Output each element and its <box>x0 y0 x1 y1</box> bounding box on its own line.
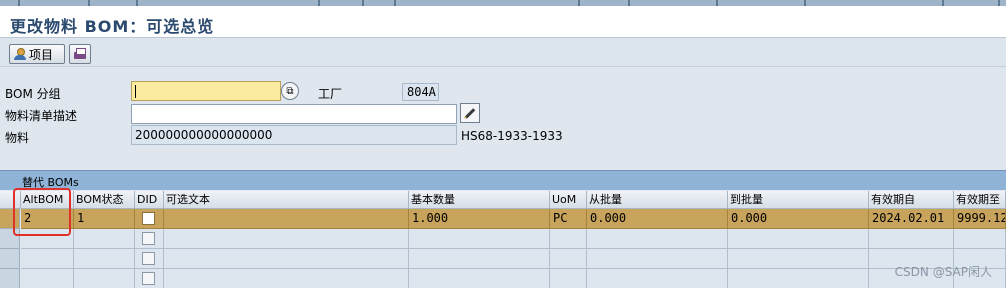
pencil-icon <box>464 107 476 119</box>
cell-empty[interactable] <box>164 229 409 249</box>
cell-empty[interactable] <box>728 269 869 288</box>
cell-empty[interactable] <box>587 249 728 269</box>
row-selector[interactable] <box>0 209 20 229</box>
cell-empty[interactable] <box>409 269 550 288</box>
cell-valid-from[interactable]: 2024.02.01 <box>869 209 954 229</box>
title-bar: 更改物料 BOM：可选总览 <box>0 6 1006 38</box>
material-desc-label: 物料清单描述 <box>5 109 78 123</box>
cell-empty[interactable] <box>21 229 74 249</box>
cell-altbom[interactable]: 2 <box>21 209 74 229</box>
table-row[interactable]: 2 1 1.000 PC 0.000 0.000 2024.02.01 9999… <box>0 209 1006 229</box>
cell-empty[interactable] <box>587 269 728 288</box>
did-checkbox[interactable] <box>142 252 155 265</box>
cell-to-lot[interactable]: 0.000 <box>728 209 869 229</box>
items-button-label: 项目 <box>29 47 54 62</box>
cell-from-lot[interactable]: 0.000 <box>587 209 728 229</box>
cell-empty[interactable] <box>550 269 587 288</box>
table-row-empty[interactable] <box>0 249 1006 269</box>
cell-empty[interactable] <box>164 249 409 269</box>
col-header-base-qty[interactable]: 基本数量 <box>409 191 550 209</box>
row-selector[interactable] <box>0 249 20 269</box>
cell-did[interactable] <box>135 229 164 249</box>
row-selector[interactable] <box>0 269 20 288</box>
cell-empty[interactable] <box>409 249 550 269</box>
plant-value: 804A <box>402 83 439 101</box>
value-help-icon[interactable]: ⧉ <box>281 82 299 100</box>
cell-empty[interactable] <box>728 229 869 249</box>
col-header-from-lot[interactable]: 从批量 <box>587 191 728 209</box>
edit-long-text-button[interactable] <box>460 103 480 123</box>
cell-empty[interactable] <box>869 229 954 249</box>
col-header-altbom[interactable]: AltBOM <box>21 191 74 209</box>
col-header-text[interactable]: 可选文本 <box>164 191 409 209</box>
table-caption-text: 替代 BOMs <box>22 176 79 189</box>
cell-empty[interactable] <box>550 249 587 269</box>
col-header-valid-to[interactable]: 有效期至 <box>954 191 1006 209</box>
cell-empty[interactable] <box>74 269 135 288</box>
did-checkbox[interactable] <box>142 272 155 285</box>
cell-empty[interactable] <box>587 229 728 249</box>
cell-uom[interactable]: PC <box>550 209 587 229</box>
cell-did[interactable] <box>135 209 164 229</box>
cell-base-qty[interactable]: 1.000 <box>409 209 550 229</box>
alternative-bom-table: 替代 BOMs AltBOM BOM状态 DID 可选文本 基本数量 UoM 从… <box>0 167 1006 288</box>
plant-label: 工厂 <box>318 87 343 101</box>
col-header-to-lot[interactable]: 到批量 <box>728 191 869 209</box>
cell-did[interactable] <box>135 249 164 269</box>
print-button[interactable] <box>69 44 91 64</box>
cell-empty[interactable] <box>74 229 135 249</box>
col-header-valid-from[interactable]: 有效期自 <box>869 191 954 209</box>
header-form: BOM 分组 ⧉ 工厂 804A 物料清单描述 物料 2000000000000… <box>0 67 1006 167</box>
cell-did[interactable] <box>135 269 164 288</box>
cell-text[interactable] <box>164 209 409 229</box>
table-caption: 替代 BOMs <box>0 170 1006 190</box>
cell-empty[interactable] <box>728 249 869 269</box>
col-header-status[interactable]: BOM状态 <box>74 191 135 209</box>
row-selector[interactable] <box>0 229 20 249</box>
table-row-empty[interactable] <box>0 269 1006 288</box>
cell-empty[interactable] <box>409 229 550 249</box>
page-title: 更改物料 BOM：可选总览 <box>10 17 215 36</box>
material-label: 物料 <box>5 131 30 145</box>
bom-group-input[interactable] <box>131 81 281 101</box>
material-field: 200000000000000000 <box>131 125 457 145</box>
watermark: CSDN @SAP闲人 <box>894 265 992 279</box>
items-button[interactable]: 项目 <box>9 44 65 64</box>
header-select-all[interactable] <box>0 191 21 209</box>
cell-valid-to[interactable]: 9999.12 <box>954 209 1006 229</box>
text-caret <box>135 85 136 98</box>
cell-empty[interactable] <box>954 229 1006 249</box>
material-desc-input[interactable] <box>131 104 457 124</box>
print-icon <box>73 47 87 61</box>
cell-empty[interactable] <box>74 249 135 269</box>
cell-empty[interactable] <box>21 249 74 269</box>
cell-empty[interactable] <box>21 269 74 288</box>
material-value: 200000000000000000 <box>135 128 273 142</box>
material-text: HS68-1933-1933 <box>461 129 563 143</box>
did-checkbox[interactable] <box>142 232 155 245</box>
bom-group-label: BOM 分组 <box>5 87 61 101</box>
table-row-empty[interactable] <box>0 229 1006 249</box>
col-header-uom[interactable]: UoM <box>550 191 587 209</box>
application-toolbar: 项目 <box>0 39 1006 67</box>
table-header-row: AltBOM BOM状态 DID 可选文本 基本数量 UoM 从批量 到批量 有… <box>0 191 1006 209</box>
person-icon <box>13 47 27 61</box>
cell-status[interactable]: 1 <box>74 209 135 229</box>
cell-empty[interactable] <box>164 269 409 288</box>
did-checkbox[interactable] <box>142 212 155 225</box>
cell-empty[interactable] <box>550 229 587 249</box>
col-header-did[interactable]: DID <box>135 191 164 209</box>
